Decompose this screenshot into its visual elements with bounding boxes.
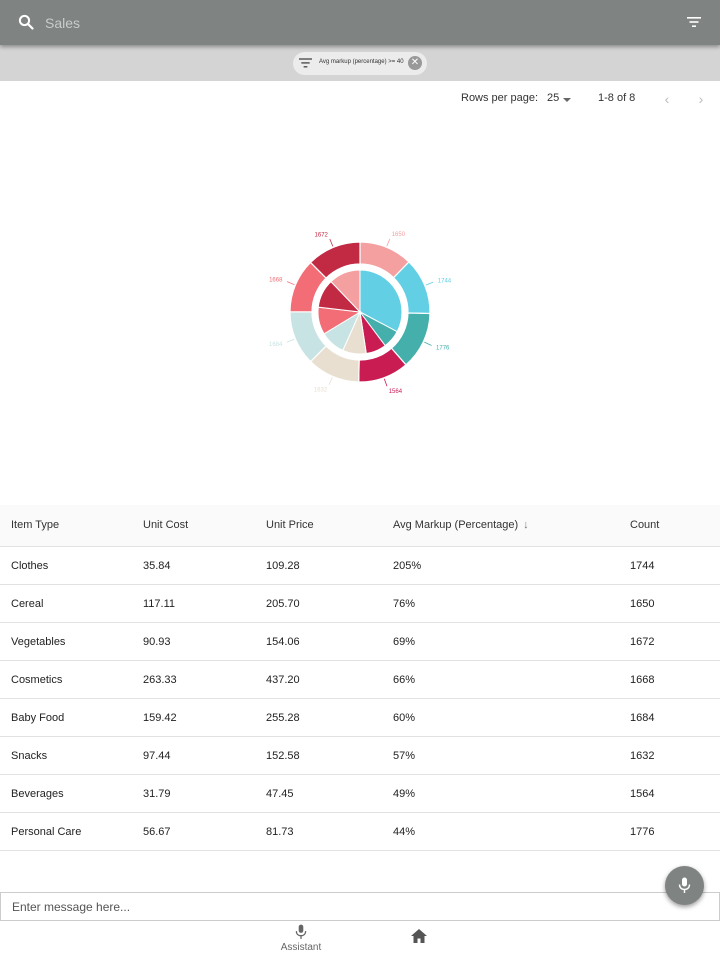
outer-ring-label: 1564 <box>389 389 403 395</box>
cell-item-type: Cosmetics <box>11 674 63 686</box>
outer-ring-leader-line <box>328 377 333 385</box>
outer-ring-leader-line <box>329 238 334 247</box>
message-input[interactable] <box>10 898 614 916</box>
microphone-icon <box>678 877 691 893</box>
cell-unit-price: 437.20 <box>266 674 300 686</box>
cell-avg-markup: 66% <box>393 674 416 686</box>
cell-avg-markup: 49% <box>393 788 416 800</box>
cell-unit-cost: 35.84 <box>143 560 171 572</box>
message-box <box>0 892 720 921</box>
chevron-right-icon[interactable]: › <box>694 92 708 106</box>
cell-unit-cost: 56.67 <box>143 826 171 838</box>
filter-icon[interactable] <box>687 16 701 28</box>
table-row[interactable]: Cosmetics 263.33 437.20 66% 1668 <box>0 661 720 699</box>
table-header: Item Type Unit Cost Unit Price Avg Marku… <box>0 505 720 547</box>
outer-ring-leader-line <box>383 378 388 387</box>
outer-ring-leader-line <box>425 281 434 286</box>
column-header-unit-cost[interactable]: Unit Cost <box>143 505 188 545</box>
cell-unit-cost: 97.44 <box>143 750 171 762</box>
cell-item-type: Beverages <box>11 788 64 800</box>
pagination-range: 1-8 of 8 <box>598 92 636 104</box>
cell-item-type: Clothes <box>11 560 49 572</box>
outer-ring-label: 1672 <box>315 232 329 238</box>
rows-per-page-select[interactable]: 25 <box>547 92 559 104</box>
cell-avg-markup: 44% <box>393 826 416 838</box>
cell-count: 1744 <box>630 560 655 572</box>
rows-per-page-label: Rows per page: <box>461 92 539 104</box>
outer-ring-label: 1668 <box>269 278 283 284</box>
home-icon[interactable] <box>408 926 430 946</box>
table-row[interactable]: Clothes 35.84 109.28 205% 1744 <box>0 547 720 585</box>
outer-ring-label: 1650 <box>392 232 406 238</box>
cell-unit-price: 154.06 <box>266 636 300 648</box>
column-header-unit-price[interactable]: Unit Price <box>266 505 314 545</box>
cell-item-type: Personal Care <box>11 826 82 838</box>
close-icon[interactable]: ✕ <box>408 56 422 70</box>
cell-count: 1564 <box>630 788 655 800</box>
cell-unit-price: 109.28 <box>266 560 300 572</box>
cell-unit-cost: 90.93 <box>143 636 171 648</box>
outer-ring-leader-line <box>386 238 391 247</box>
outer-ring-label: 1632 <box>314 387 328 393</box>
table-row[interactable]: Beverages 31.79 47.45 49% 1564 <box>0 775 720 813</box>
nav-assistant-label: Assistant <box>280 942 322 953</box>
cell-unit-price: 47.45 <box>266 788 294 800</box>
nav-assistant[interactable]: Assistant <box>270 921 332 960</box>
cell-unit-price: 152.58 <box>266 750 300 762</box>
outer-ring-label: 1776 <box>436 346 450 352</box>
cell-count: 1776 <box>630 826 655 838</box>
cell-count: 1672 <box>630 636 655 648</box>
filter-icon <box>299 58 312 68</box>
cell-unit-cost: 31.79 <box>143 788 171 800</box>
cell-item-type: Cereal <box>11 598 44 610</box>
cell-unit-price: 205.70 <box>266 598 300 610</box>
cell-unit-price: 255.28 <box>266 712 300 724</box>
sales-table: Item Type Unit Cost Unit Price Avg Marku… <box>0 505 720 851</box>
filter-chip-label: Avg markup (percentage) >= 40 <box>319 59 404 65</box>
cell-unit-cost: 159.42 <box>143 712 177 724</box>
filter-chip[interactable]: Avg markup (percentage) >= 40 ✕ <box>293 52 427 75</box>
outer-ring-leader-line <box>286 281 295 286</box>
cell-count: 1632 <box>630 750 655 762</box>
outer-ring-label: 1744 <box>438 278 452 284</box>
microphone-button[interactable] <box>665 866 704 905</box>
table-row[interactable]: Baby Food 159.42 255.28 60% 1684 <box>0 699 720 737</box>
bottom-navigation: Assistant <box>0 921 720 960</box>
cell-item-type: Vegetables <box>11 636 66 648</box>
table-row[interactable]: Vegetables 90.93 154.06 69% 1672 <box>0 623 720 661</box>
cell-item-type: Snacks <box>11 750 48 762</box>
cell-count: 1684 <box>630 712 655 724</box>
column-header-item-type[interactable]: Item Type <box>11 505 59 545</box>
table-row[interactable]: Cereal 117.11 205.70 76% 1650 <box>0 585 720 623</box>
cell-unit-price: 81.73 <box>266 826 294 838</box>
column-header-avg-markup[interactable]: Avg Markup (Percentage) ↓ <box>393 505 529 545</box>
chevron-left-icon[interactable]: ‹ <box>660 92 674 106</box>
column-header-avg-markup-label: Avg Markup (Percentage) <box>393 519 519 531</box>
markup-donut-chart: 1650 1744 1776 1564 1632 1684 1668 1672 <box>269 232 452 395</box>
outer-ring-leader-line <box>286 338 295 343</box>
microphone-icon <box>295 924 307 939</box>
cell-avg-markup: 57% <box>393 750 416 762</box>
cell-avg-markup: 60% <box>393 712 416 724</box>
outer-ring-leader-line <box>424 341 432 346</box>
app-bar <box>0 0 720 45</box>
cell-count: 1668 <box>630 674 655 686</box>
column-header-count[interactable]: Count <box>630 505 659 545</box>
cell-item-type: Baby Food <box>11 712 65 724</box>
chevron-down-icon[interactable] <box>563 98 571 102</box>
table-row[interactable]: Snacks 97.44 152.58 57% 1632 <box>0 737 720 775</box>
cell-unit-cost: 263.33 <box>143 674 177 686</box>
cell-count: 1650 <box>630 598 655 610</box>
search-icon[interactable] <box>18 14 34 30</box>
cell-avg-markup: 76% <box>393 598 416 610</box>
cell-avg-markup: 205% <box>393 560 422 572</box>
search-input[interactable] <box>43 11 607 35</box>
cell-avg-markup: 69% <box>393 636 416 648</box>
cell-unit-cost: 117.11 <box>143 598 176 610</box>
outer-ring-label: 1684 <box>269 342 283 348</box>
table-row[interactable]: Personal Care 56.67 81.73 44% 1776 <box>0 813 720 851</box>
sort-arrow-down-icon[interactable]: ↓ <box>523 519 529 531</box>
